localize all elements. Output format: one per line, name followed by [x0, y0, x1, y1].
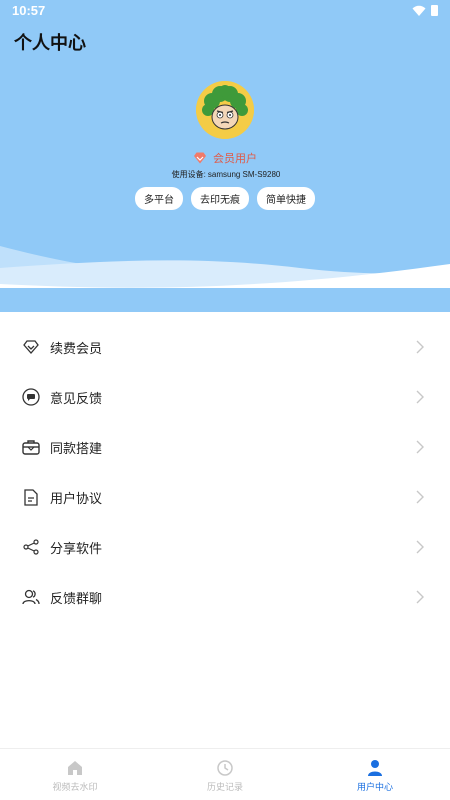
menu-item-user-agreement[interactable]: 用户协议	[0, 472, 450, 522]
menu-list: 续费会员 意见反馈 同款搭建 用户协议 分享软件 反馈群聊	[0, 322, 450, 622]
member-status: 会员用户	[0, 150, 450, 166]
member-label: 会员用户	[213, 153, 257, 165]
menu-item-same-build[interactable]: 同款搭建	[0, 422, 450, 472]
user-icon	[368, 760, 382, 776]
menu-item-feedback-group[interactable]: 反馈群聊	[0, 572, 450, 622]
tag-simple-fast: 简单快捷	[257, 187, 315, 210]
nav-label: 用户中心	[356, 782, 393, 792]
wifi-icon	[412, 5, 426, 16]
chevron-right-icon	[416, 340, 424, 354]
status-time: 10:57	[12, 3, 46, 18]
avatar-cartoon-icon	[196, 81, 254, 139]
bottom-nav: 视频去水印 历史记录 用户中心	[0, 748, 450, 800]
device-name: samsung SM-S9280	[207, 170, 281, 179]
chevron-right-icon	[416, 440, 424, 454]
device-info: 使用设备: samsung SM-S9280	[0, 169, 450, 180]
nav-tab-user-center[interactable]: 用户中心	[300, 749, 450, 800]
group-users-icon	[22, 588, 40, 606]
profile-header: 10:57 个人中心 会员用户 使用设备: samsung SM-S9280 多…	[0, 0, 450, 312]
briefcase-icon	[22, 438, 40, 456]
feature-tags: 多平台 去印无痕 简单快捷	[0, 187, 450, 210]
avatar[interactable]	[196, 81, 254, 139]
tag-multi-platform: 多平台	[135, 187, 183, 210]
nav-tab-history[interactable]: 历史记录	[150, 749, 300, 800]
menu-item-feedback[interactable]: 意见反馈	[0, 372, 450, 422]
menu-label: 用户协议	[50, 490, 103, 506]
menu-item-share-app[interactable]: 分享软件	[0, 522, 450, 572]
menu-label: 分享软件	[50, 540, 103, 556]
chevron-right-icon	[416, 590, 424, 604]
nav-tab-remove-watermark[interactable]: 视频去水印	[0, 749, 150, 800]
menu-label: 反馈群聊	[50, 590, 103, 606]
chevron-right-icon	[416, 390, 424, 404]
share-icon	[22, 538, 40, 556]
home-icon	[68, 761, 82, 775]
page-title: 个人中心	[14, 33, 86, 53]
document-icon	[22, 488, 40, 506]
menu-label: 续费会员	[50, 340, 103, 356]
clock-icon	[217, 760, 233, 776]
chevron-right-icon	[416, 490, 424, 504]
chat-bubble-icon	[22, 388, 40, 406]
tag-no-trace: 去印无痕	[191, 187, 249, 210]
status-bar: 10:57	[0, 0, 450, 22]
vip-diamond-icon	[194, 152, 206, 164]
chevron-right-icon	[416, 540, 424, 554]
menu-label: 同款搭建	[50, 440, 103, 456]
menu-item-renew-membership[interactable]: 续费会员	[0, 322, 450, 372]
nav-label: 视频去水印	[52, 782, 98, 792]
menu-label: 意见反馈	[50, 390, 103, 406]
header-waves	[0, 246, 450, 312]
diamond-icon	[22, 338, 40, 356]
device-prefix: 使用设备:	[171, 170, 206, 179]
nav-label: 历史记录	[206, 782, 243, 792]
battery-icon	[431, 5, 438, 16]
